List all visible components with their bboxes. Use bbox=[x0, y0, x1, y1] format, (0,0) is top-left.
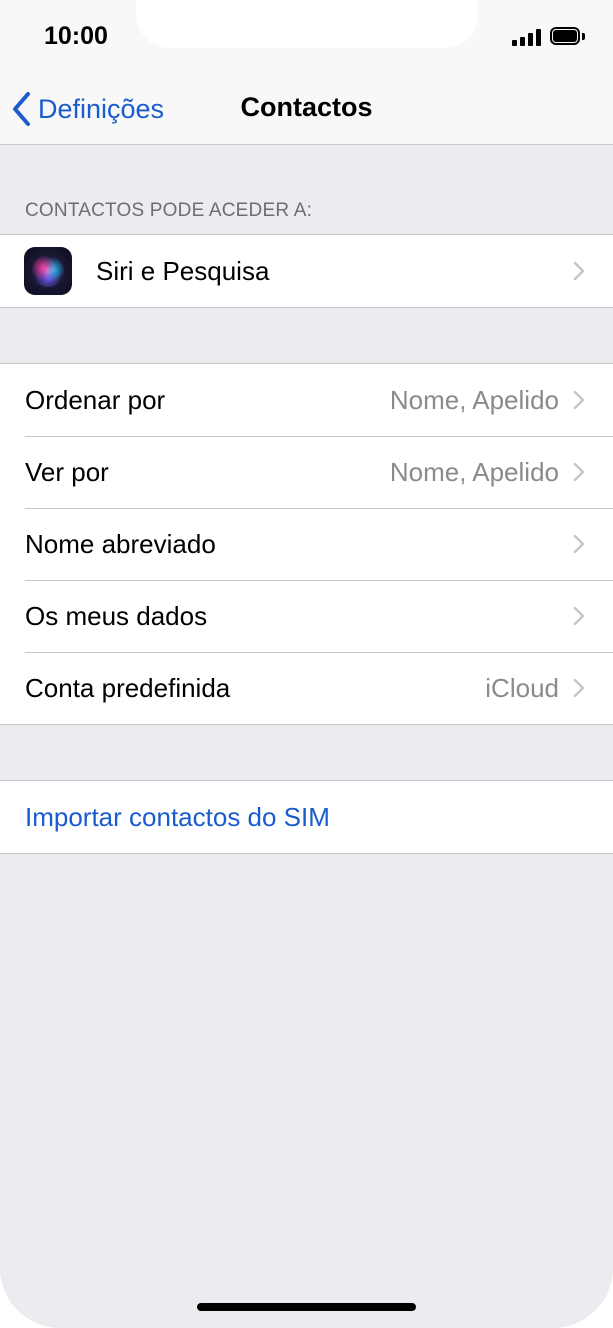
chevron-right-icon bbox=[573, 462, 585, 482]
sort-order-value: Nome, Apelido bbox=[389, 384, 559, 415]
my-info-row[interactable]: Os meus dados bbox=[0, 580, 613, 652]
status-time: 10:00 bbox=[44, 22, 108, 50]
display-order-row[interactable]: Ver por Nome, Apelido bbox=[0, 436, 613, 508]
chevron-right-icon bbox=[573, 678, 585, 698]
device-notch bbox=[136, 0, 478, 48]
section-header-access: CONTACTOS PODE ACEDER A: bbox=[25, 200, 313, 221]
import-sim-contacts-button[interactable]: Importar contactos do SIM bbox=[0, 781, 613, 853]
home-indicator[interactable] bbox=[197, 1303, 416, 1311]
page-title: Contactos bbox=[240, 92, 373, 122]
sort-order-label: Ordenar por bbox=[25, 384, 166, 415]
display-order-label: Ver por bbox=[25, 456, 109, 487]
display-order-value: Nome, Apelido bbox=[389, 456, 559, 487]
access-group: Siri e Pesquisa bbox=[0, 234, 613, 308]
default-account-value: iCloud bbox=[485, 672, 559, 703]
chevron-right-icon bbox=[573, 606, 585, 626]
short-name-label: Nome abreviado bbox=[25, 528, 216, 559]
siri-icon bbox=[24, 247, 72, 295]
import-group: Importar contactos do SIM bbox=[0, 780, 613, 854]
navigation-header: 10:00 Definições Contactos bbox=[0, 0, 613, 145]
screen: 10:00 Definições Contactos CONTACTOS POD… bbox=[0, 0, 613, 1328]
settings-group: Ordenar por Nome, Apelido Ver por Nome, … bbox=[0, 363, 613, 725]
siri-search-label: Siri e Pesquisa bbox=[96, 255, 270, 286]
battery-icon bbox=[550, 27, 586, 47]
default-account-row[interactable]: Conta predefinida iCloud bbox=[0, 652, 613, 724]
default-account-label: Conta predefinida bbox=[25, 672, 231, 703]
chevron-right-icon bbox=[573, 261, 585, 281]
sort-order-row[interactable]: Ordenar por Nome, Apelido bbox=[0, 364, 613, 436]
short-name-row[interactable]: Nome abreviado bbox=[0, 508, 613, 580]
cellular-signal-icon bbox=[512, 29, 542, 46]
my-info-label: Os meus dados bbox=[25, 600, 208, 631]
import-sim-contacts-label: Importar contactos do SIM bbox=[25, 801, 330, 832]
chevron-right-icon bbox=[573, 534, 585, 554]
siri-search-row[interactable]: Siri e Pesquisa bbox=[0, 235, 613, 307]
chevron-right-icon bbox=[573, 390, 585, 410]
